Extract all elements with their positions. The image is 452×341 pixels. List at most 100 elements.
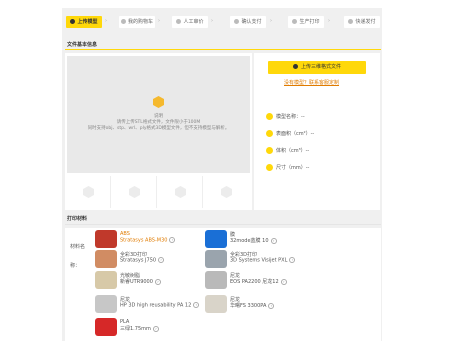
step-production[interactable]: 生产打印 (288, 16, 324, 28)
model-placeholder-icon (175, 186, 186, 198)
material-desc: 三绿1.75mm? (120, 325, 159, 332)
info-value: -- (310, 131, 315, 137)
section-divider (65, 49, 381, 50)
model-thumbnail[interactable] (113, 176, 157, 208)
truck-icon (348, 19, 354, 24)
info-label: 表面积（cm²） (276, 131, 311, 137)
info-label: 体积（cm³） (276, 148, 306, 154)
step-delivery[interactable]: 快递发付 (344, 16, 380, 28)
page-frame: 上传模型 › 我的购物车 › 人工审价 › 确认支付 › 生产打印 › 快递发付… (62, 8, 382, 341)
dimensions-row: 尺寸（mm）-- (266, 164, 309, 171)
model-thumbnail[interactable] (159, 176, 203, 208)
step-upload-model[interactable]: 上传模型 (66, 16, 102, 28)
material-image (205, 250, 227, 268)
material-desc: 新睿UTR9000? (120, 278, 161, 285)
step-label: 确认支付 (241, 19, 262, 25)
help-icon[interactable]: ? (280, 278, 287, 285)
step-label: 生产打印 (299, 19, 320, 25)
model-thumbnail[interactable] (67, 176, 111, 208)
material-image (95, 295, 117, 313)
material-image (95, 271, 117, 289)
cart-icon (120, 19, 126, 24)
step-confirm-payment[interactable]: 确认支付 (230, 16, 266, 28)
order-steps: 上传模型 › 我的购物车 › 人工审价 › 确认支付 › 生产打印 › 快递发付 (62, 8, 382, 33)
person-icon (176, 19, 182, 24)
volume-row: 体积（cm³）-- (266, 147, 309, 154)
help-icon[interactable]: ? (289, 257, 296, 263)
material-desc: HP 3D high reusability PA 12? (120, 302, 200, 309)
chevron-right-icon: › (105, 18, 107, 24)
step-label: 人工审价 (183, 19, 204, 25)
model-name-row: 模型名称：-- (266, 113, 305, 120)
material-desc-text: Stratasys J750 (120, 257, 157, 264)
printer-icon (292, 19, 298, 24)
ruler-icon (266, 164, 273, 171)
help-icon[interactable]: ? (268, 302, 275, 309)
material-image (205, 230, 227, 248)
material-desc-text: EOS PA2200 尼龙12 (230, 279, 279, 285)
material-image (205, 295, 227, 313)
material-desc-text: Stratasys ABS-M30 (120, 237, 168, 244)
help-icon[interactable]: ? (154, 278, 161, 285)
material-image (95, 250, 117, 268)
help-icon[interactable]: ? (152, 325, 159, 332)
material-desc-text: 3D Systems Visijet PXL (230, 257, 288, 264)
area-icon (266, 130, 273, 137)
step-label: 上传模型 (77, 19, 98, 25)
file-section-title: 文件基本信息 (67, 42, 98, 48)
drop-line-2: 同时支持obj、stp、wrl、ply格式3D模型文件，但不支持模型与解析。 (87, 126, 230, 131)
material-label: 材料名 (70, 244, 86, 250)
material-desc-text: 华曙FS 3300PA (230, 303, 267, 309)
chevron-right-icon: › (328, 18, 330, 24)
model-placeholder-icon (83, 186, 94, 198)
material-desc-text: 三绿1.75mm (120, 326, 151, 332)
info-value: -- (305, 165, 310, 171)
material-image (205, 271, 227, 289)
chevron-right-icon: › (270, 18, 272, 24)
chevron-right-icon: › (211, 18, 213, 24)
file-drop-area[interactable]: 说明 请传上传STL格式文件，文件限小于100M 同时支持obj、stp、wrl… (67, 56, 250, 173)
model-placeholder-icon (129, 186, 140, 198)
upload-icon (70, 19, 76, 24)
material-image (95, 230, 117, 248)
material-desc-text: 32mode蓝膜 10 (230, 238, 269, 244)
step-cart[interactable]: 我的购物车 (119, 16, 155, 28)
material-desc: Stratasys J750? (120, 257, 165, 264)
model-preview-panel: 说明 请传上传STL格式文件，文件限小于100M 同时支持obj、stp、wrl… (65, 53, 252, 210)
surface-area-row: 表面积（cm²）-- (266, 130, 314, 137)
upload-model-button[interactable]: 上传三维格式文件 (268, 61, 366, 74)
drop-instructions: 说明 请传上传STL格式文件，文件限小于100M 同时支持obj、stp、wrl… (67, 114, 250, 132)
process-label: 称： (70, 263, 81, 269)
print-section-title: 打印材料 (67, 216, 88, 222)
model-info-panel: 上传三维格式文件 没有模型？联系客服定制 模型名称：-- 表面积（cm²）-- … (254, 53, 380, 210)
info-label: 尺寸（mm） (276, 165, 306, 171)
upload-icon (292, 64, 298, 69)
volume-icon (266, 147, 273, 154)
info-value: -- (301, 114, 305, 120)
material-desc: 华曙FS 3300PA? (230, 302, 275, 309)
upload-button-label: 上传三维格式文件 (300, 64, 341, 70)
help-icon[interactable]: ? (169, 237, 176, 243)
section-divider (65, 224, 381, 225)
material-desc: Stratasys ABS-M30? (120, 237, 176, 244)
check-icon (234, 19, 240, 24)
model-hex-icon (153, 96, 164, 108)
tag-icon (266, 113, 273, 120)
material-image (95, 318, 117, 336)
step-label: 快递发付 (355, 19, 376, 25)
custom-model-link[interactable]: 没有模型？联系客服定制 (284, 79, 339, 86)
model-thumbnail[interactable] (205, 176, 248, 208)
model-placeholder-icon (221, 186, 232, 198)
material-desc: EOS PA2200 尼龙12? (230, 278, 287, 285)
material-desc-text: 新睿UTR9000 (120, 279, 153, 285)
material-desc-text: HP 3D high reusability PA 12 (120, 302, 192, 309)
step-manual-quote[interactable]: 人工审价 (172, 16, 208, 28)
info-label: 模型名称： (276, 114, 302, 120)
help-icon[interactable]: ? (193, 302, 200, 308)
chevron-right-icon: › (158, 18, 160, 24)
material-desc: 3D Systems Visijet PXL? (230, 257, 296, 264)
help-icon[interactable]: ? (270, 237, 277, 244)
material-desc: 32mode蓝膜 10? (230, 237, 277, 244)
help-icon[interactable]: ? (158, 257, 165, 263)
info-value: -- (305, 148, 310, 154)
